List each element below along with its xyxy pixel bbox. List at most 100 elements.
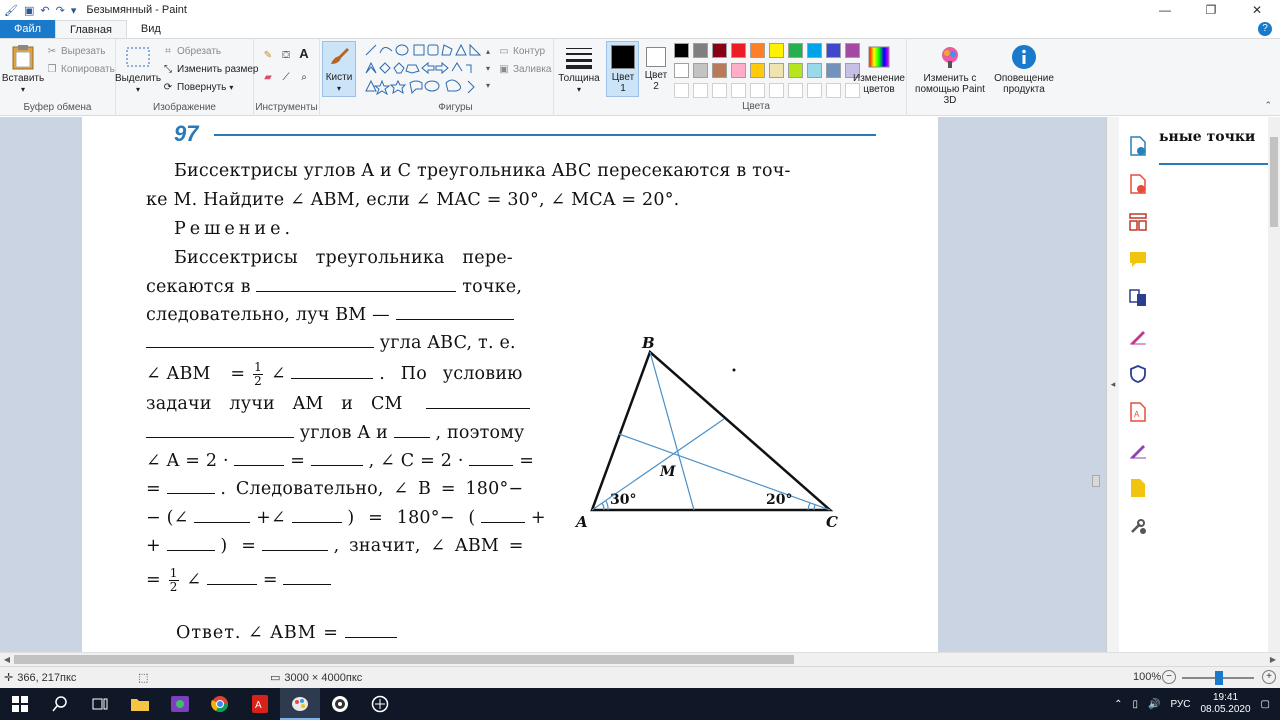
comment-icon[interactable] [1127, 249, 1149, 271]
taskbar-obs[interactable] [320, 688, 360, 720]
product-alert-button[interactable]: Оповещение продукта [994, 43, 1054, 95]
custom-color-slot[interactable] [674, 83, 689, 98]
taskbar-explorer[interactable] [120, 688, 160, 720]
color-swatch[interactable] [826, 63, 841, 78]
scroll-left-icon[interactable]: ◀ [0, 653, 14, 667]
tab-file[interactable]: Файл [0, 20, 56, 38]
taskbar-app-2[interactable] [160, 688, 200, 720]
export-pdf-icon[interactable] [1127, 173, 1149, 195]
more-tools-icon[interactable] [1127, 515, 1149, 537]
color-swatch[interactable] [826, 43, 841, 58]
send-for-review-icon[interactable] [1127, 477, 1149, 499]
custom-color-slot[interactable] [712, 83, 727, 98]
combine-files-icon[interactable] [1127, 287, 1149, 309]
crop-button[interactable]: ⌗ Обрезать [162, 45, 221, 57]
select-button[interactable]: Выделить ▾ [115, 43, 161, 95]
color-swatch[interactable] [750, 63, 765, 78]
language-indicator[interactable]: РУС [1170, 699, 1190, 710]
maximize-button[interactable]: ❐ [1188, 0, 1234, 20]
color-swatch[interactable] [750, 43, 765, 58]
scroll-right-icon[interactable]: ▶ [1266, 653, 1280, 667]
taskbar-app-6[interactable] [360, 688, 400, 720]
edit-colors-button[interactable]: Изменение цветов [853, 43, 905, 95]
protect-icon[interactable] [1127, 363, 1149, 385]
color-swatch[interactable] [788, 63, 803, 78]
custom-color-slot[interactable] [731, 83, 746, 98]
network-icon[interactable]: ▯ [1132, 699, 1138, 710]
redo-icon[interactable]: ↷ [56, 4, 65, 17]
eraser-tool[interactable]: ▰ [262, 71, 274, 83]
rotate-button[interactable]: ⟳ Повернуть ▾ [162, 81, 234, 93]
paint3d-button[interactable]: Изменить с помощью Paint 3D [910, 43, 990, 106]
collapse-ribbon-icon[interactable]: ⌃ [1264, 100, 1272, 111]
undo-icon[interactable]: ↶ [40, 4, 49, 17]
panel-toggle[interactable]: ◂ [1107, 117, 1119, 652]
edit-pdf-icon[interactable]: A [1127, 401, 1149, 423]
notifications-icon[interactable]: ▢ [1261, 699, 1270, 710]
zoom-out-button[interactable]: − [1162, 670, 1176, 684]
paste-button[interactable]: Вставить ▾ [2, 43, 44, 95]
horizontal-scrollbar[interactable]: ◀ ▶ [0, 652, 1280, 666]
resize-handle[interactable] [1092, 475, 1100, 487]
taskbar-paint[interactable] [280, 688, 320, 720]
fill-tool[interactable]: ⛋ [280, 49, 292, 61]
tray-expand-icon[interactable]: ⌃ [1114, 699, 1122, 710]
task-view-button[interactable] [80, 688, 120, 720]
custom-color-slot[interactable] [769, 83, 784, 98]
volume-icon[interactable]: 🔊 [1148, 699, 1160, 710]
shapes-gallery[interactable] [364, 43, 486, 96]
color-swatch[interactable] [674, 43, 689, 58]
zoom-slider-thumb[interactable] [1215, 671, 1223, 685]
fill-sign-icon[interactable] [1127, 325, 1149, 347]
size-button[interactable]: Толщина ▾ [558, 43, 600, 95]
shapes-scroll[interactable]: ▴ ▾ ▾ [486, 43, 494, 94]
text-tool[interactable]: A [298, 46, 310, 61]
custom-color-slot[interactable] [693, 83, 708, 98]
color2-button[interactable]: Цвет 2 [641, 45, 671, 92]
color-swatch[interactable] [674, 63, 689, 78]
color-swatch[interactable] [731, 63, 746, 78]
color-swatch[interactable] [731, 43, 746, 58]
save-icon[interactable]: ▣ [24, 4, 34, 17]
color-picker-tool[interactable]: ⟋ [280, 71, 292, 83]
zoom-in-button[interactable]: + [1262, 670, 1276, 684]
organize-pages-icon[interactable] [1127, 211, 1149, 233]
minimize-button[interactable]: — [1142, 0, 1188, 20]
customize-qat-icon[interactable]: ▾ [71, 4, 77, 17]
create-pdf-icon[interactable] [1127, 135, 1149, 157]
canvas-image[interactable]: 97 Биссектрисы углов A и C треугольника … [82, 117, 938, 652]
panel-vertical-scrollbar[interactable] [1268, 117, 1280, 652]
color1-button[interactable]: Цвет 1 [608, 45, 638, 94]
outline-button[interactable]: ▭ Контур [498, 45, 545, 57]
color-swatch[interactable] [769, 63, 784, 78]
help-icon[interactable]: ? [1258, 22, 1272, 36]
color-swatch[interactable] [807, 43, 822, 58]
start-button[interactable] [0, 688, 40, 720]
color-swatch[interactable] [807, 63, 822, 78]
magnifier-tool[interactable]: ⌕ [298, 71, 310, 83]
custom-color-slot[interactable] [788, 83, 803, 98]
color-swatch[interactable] [693, 43, 708, 58]
color-swatch[interactable] [693, 63, 708, 78]
fill-button[interactable]: ▣ Заливка [498, 63, 551, 75]
resize-button[interactable]: ⤡ Изменить размер [162, 63, 258, 75]
tab-home[interactable]: Главная [55, 20, 127, 38]
taskbar-chrome[interactable] [200, 688, 240, 720]
color-swatch[interactable] [788, 43, 803, 58]
custom-color-slot[interactable] [826, 83, 841, 98]
pencil-tool[interactable]: ✎ [262, 49, 274, 61]
cut-button[interactable]: ✂ Вырезать [46, 45, 106, 57]
color-swatch[interactable] [769, 43, 784, 58]
custom-color-slot[interactable] [750, 83, 765, 98]
custom-color-slot[interactable] [807, 83, 822, 98]
taskbar-acrobat[interactable]: A [240, 688, 280, 720]
copy-button[interactable]: ❐ Копировать [46, 63, 115, 75]
close-button[interactable]: ✕ [1234, 0, 1280, 20]
tab-view[interactable]: Вид [127, 20, 175, 38]
brushes-button[interactable]: Кисти ▾ [322, 41, 356, 97]
search-button[interactable] [40, 688, 80, 720]
clock[interactable]: 19:41 08.05.2020 [1200, 692, 1250, 716]
color-swatch[interactable] [712, 43, 727, 58]
scroll-thumb[interactable] [14, 655, 794, 664]
color-swatch[interactable] [712, 63, 727, 78]
